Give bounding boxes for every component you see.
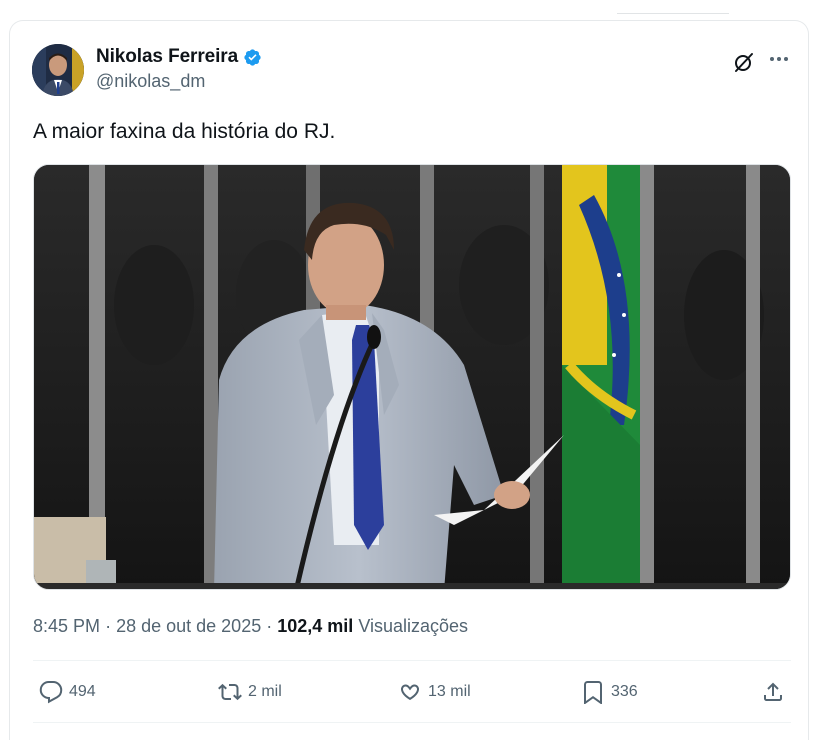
avatar[interactable] [32,44,84,96]
reply-button[interactable]: 494 [39,680,96,704]
tweet-header: Nikolas Ferreira @nikolas_dm [32,44,796,96]
like-count: 13 mil [428,683,471,700]
share-button[interactable] [761,680,785,704]
top-divider [617,13,729,14]
tweet-media[interactable] [33,164,791,590]
reply-count: 494 [69,683,96,700]
tweet-meta: 8:45 PM · 28 de out de 2025 · 102,4 mil … [33,616,468,637]
author-display-name[interactable]: Nikolas Ferreira [96,46,238,68]
grok-icon[interactable] [732,50,756,74]
divider-bottom [33,722,791,723]
tweet-text: A maior faxina da história do RJ. [33,120,336,143]
speaker-at-podium-image [34,165,790,589]
meta-separator-2: · [266,616,273,636]
repost-count: 2 mil [248,683,282,700]
views-label: Visualizações [358,616,469,636]
tweet-date[interactable]: 28 de out de 2025 [116,616,261,636]
bookmark-button[interactable]: 336 [581,680,638,704]
repost-button[interactable]: 2 mil [218,680,282,704]
reply-icon [39,681,63,704]
views-count: 102,4 mil [277,616,354,636]
heart-icon [401,684,419,701]
bookmark-count: 336 [611,683,638,700]
share-icon [764,682,782,701]
like-button[interactable]: 13 mil [398,680,471,704]
tweet-time[interactable]: 8:45 PM [33,616,100,636]
more-icon[interactable] [766,46,792,72]
bookmark-icon [584,681,602,704]
divider-top [33,660,791,661]
meta-separator: · [105,616,112,636]
repost-icon [218,683,242,701]
action-bar: 494 2 mil 13 mil 336 [33,674,791,714]
author-handle[interactable]: @nikolas_dm [96,71,262,92]
verified-badge-icon[interactable] [243,48,262,67]
